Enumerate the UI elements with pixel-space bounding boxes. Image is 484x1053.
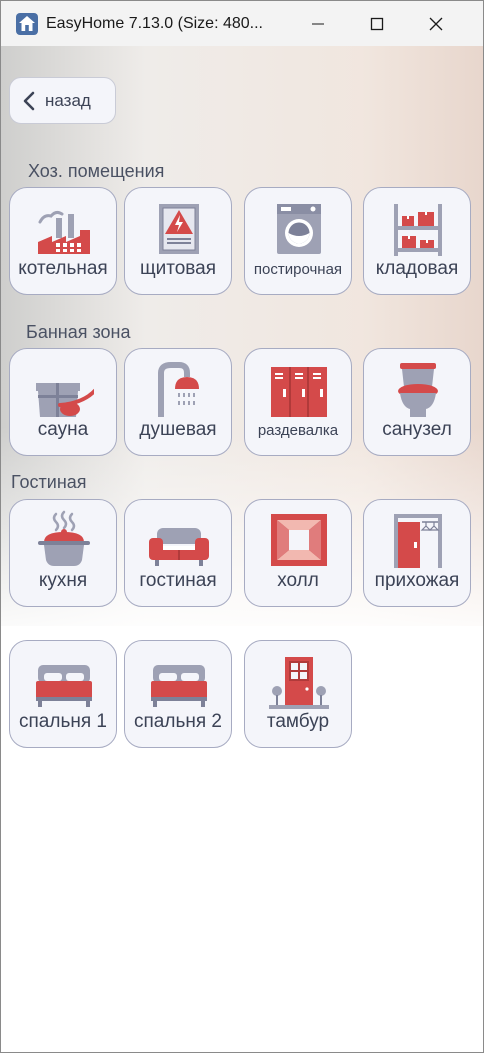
room-tile-hallway[interactable]: прихожая <box>363 499 471 607</box>
room-label: котельная <box>18 258 108 279</box>
room-tile-bedroom-1[interactable]: спальня 1 <box>9 640 117 748</box>
room-tile-switchboard[interactable]: щитовая <box>124 187 232 295</box>
back-button[interactable]: назад <box>9 77 116 124</box>
window-title: EasyHome 7.13.0 (Size: 480... <box>46 14 263 32</box>
back-label: назад <box>45 90 91 110</box>
room-tile-kitchen[interactable]: кухня <box>9 499 117 607</box>
room-label: холл <box>277 570 319 591</box>
shower-icon <box>158 362 199 417</box>
electrical-panel-icon <box>159 204 199 254</box>
room-tile-vestibule[interactable]: тамбур <box>244 640 352 748</box>
room-tile-storage[interactable]: кладовая <box>363 187 471 295</box>
washing-machine-icon <box>277 204 321 254</box>
wardrobe-icon <box>394 514 442 568</box>
section-label-utility: Хоз. помещения <box>28 161 165 181</box>
room-label: спальня 2 <box>134 711 222 732</box>
section-label-bath: Банная зона <box>26 322 131 342</box>
close-button[interactable] <box>413 1 459 46</box>
room-tile-laundry[interactable]: постирочная <box>244 187 352 295</box>
section-label-living: Гостиная <box>11 472 87 492</box>
room-label: кухня <box>38 570 88 591</box>
room-selector: назад Хоз. помещения котельная щитовая п… <box>1 46 483 1052</box>
maximize-icon <box>370 17 384 30</box>
room-tile-bedroom-2[interactable]: спальня 2 <box>124 640 232 748</box>
room-tile-locker[interactable]: раздевалка <box>244 348 352 456</box>
room-tile-boiler[interactable]: котельная <box>9 187 117 295</box>
factory-icon <box>38 210 90 254</box>
room-label: прихожая <box>374 570 460 591</box>
room-label: спальня 1 <box>19 711 107 732</box>
chevron-left-icon <box>23 91 35 110</box>
room-label: кладовая <box>375 258 459 279</box>
front-door-icon <box>269 657 329 709</box>
room-label: постирочная <box>253 261 343 278</box>
sofa-icon <box>149 528 209 566</box>
room-tile-living[interactable]: гостиная <box>124 499 232 607</box>
lockers-icon <box>271 367 327 417</box>
toilet-icon <box>398 363 438 417</box>
sauna-bucket-ladle-icon <box>36 383 94 417</box>
room-label: гостиная <box>139 570 217 591</box>
room-tile-shower[interactable]: душевая <box>124 348 232 456</box>
bed-icon <box>36 665 92 707</box>
room-tile-toilet[interactable]: санузел <box>363 348 471 456</box>
maximize-button[interactable] <box>354 1 400 46</box>
room-label: тамбур <box>266 711 330 732</box>
cooking-pot-icon <box>38 510 90 566</box>
room-label: щитовая <box>139 258 217 279</box>
room-label: сауна <box>37 419 89 440</box>
bed-icon <box>151 665 207 707</box>
minimize-button[interactable] <box>295 1 341 46</box>
app-window: EasyHome 7.13.0 (Size: 480... назад Хоз.… <box>0 0 484 1053</box>
room-tile-hall[interactable]: холл <box>244 499 352 607</box>
room-label: раздевалка <box>257 422 339 439</box>
close-icon <box>429 17 443 30</box>
shelf-boxes-icon <box>394 204 442 256</box>
app-home-icon <box>16 12 38 35</box>
title-bar[interactable]: EasyHome 7.13.0 (Size: 480... <box>1 1 483 46</box>
minimize-icon <box>312 23 324 24</box>
room-tile-sauna[interactable]: сауна <box>9 348 117 456</box>
room-label: душевая <box>139 419 217 440</box>
room-label: санузел <box>382 419 452 440</box>
corridor-icon <box>271 514 327 566</box>
